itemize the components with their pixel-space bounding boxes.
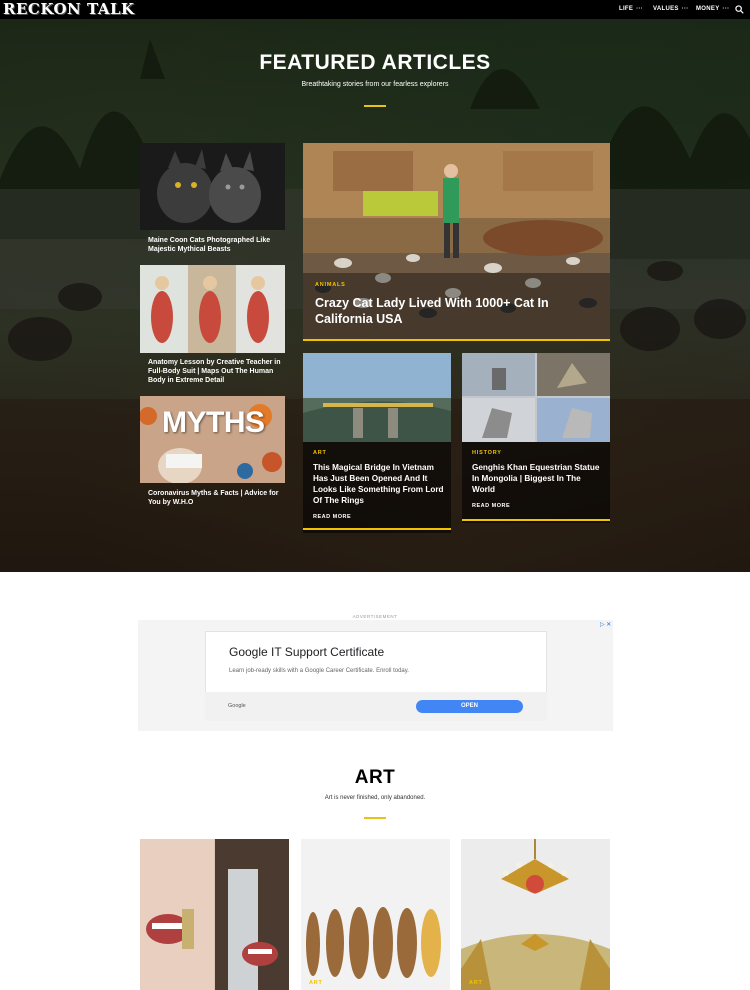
nav-item-label: LIFE [619, 6, 634, 12]
read-more-link[interactable]: READ MORE [472, 503, 510, 509]
accent-bar [462, 519, 610, 521]
top-navigation: RECKON TALK LIFE ··· VALUES ··· MONEY ··· [0, 0, 750, 19]
genghis-khan-statue-image [462, 353, 610, 442]
accent-bar [303, 528, 451, 530]
anatomy-suit-image [140, 265, 285, 353]
category-tag[interactable]: ART [313, 450, 327, 456]
accent-bar [303, 339, 610, 341]
article-title[interactable]: Genghis Khan Equestrian Statue In Mongol… [472, 462, 604, 495]
myths-overlay-text: MYTHS [162, 406, 265, 439]
more-dots-icon: ··· [636, 6, 644, 12]
article-caption[interactable]: Coronavirus Myths & Facts | Advice for Y… [148, 489, 288, 507]
chandelier-ceiling-image [461, 839, 610, 990]
article-card-anatomy[interactable] [140, 265, 285, 353]
ad-title[interactable]: Google IT Support Certificate [229, 645, 384, 659]
art-section-title: ART [354, 767, 396, 788]
golden-bridge-image [303, 353, 451, 442]
more-dots-icon: ··· [722, 6, 730, 12]
featured-hero-section: FEATURED ARTICLES Breathtaking stories f… [0, 19, 750, 572]
article-caption[interactable]: Anatomy Lesson by Creative Teacher in Fu… [148, 358, 288, 385]
art-section-subtitle: Art is never finished, only abandoned. [324, 795, 426, 801]
ad-choices-icon[interactable]: ▷ ✕ [600, 621, 611, 628]
art-card-1[interactable] [140, 839, 289, 990]
article-card-maine-coon[interactable] [140, 143, 285, 230]
maine-coon-cats-image [140, 143, 285, 230]
nav-item-life[interactable]: LIFE ··· [619, 0, 643, 19]
article-title[interactable]: Crazy Cat Lady Lived With 1000+ Cat In C… [315, 295, 595, 327]
featured-title: FEATURED ARTICLES [259, 51, 491, 74]
wood-slices-image [301, 839, 450, 990]
art-card-3[interactable]: ART [461, 839, 610, 990]
article-caption[interactable]: Maine Coon Cats Photographed Like Majest… [148, 236, 288, 254]
article-card-statue[interactable]: HISTORY Genghis Khan Equestrian Statue I… [462, 353, 610, 523]
smile-art-image [140, 839, 289, 990]
nav-item-label: VALUES [653, 6, 679, 12]
nav-item-money[interactable]: MONEY ··· [696, 0, 729, 19]
ad-open-button[interactable]: OPEN [416, 700, 523, 713]
article-card-myths[interactable]: MYTHS [140, 396, 285, 483]
category-tag[interactable]: ART [309, 980, 323, 986]
read-more-link[interactable]: READ MORE [313, 514, 351, 520]
category-tag[interactable]: ART [469, 980, 483, 986]
search-icon[interactable] [735, 5, 744, 14]
article-card-bridge[interactable]: ART This Magical Bridge In Vietnam Has J… [303, 353, 451, 533]
advertisement-label: ADVERTISEMENT [352, 614, 398, 619]
ad-brand: Google [228, 703, 246, 709]
nav-item-label: MONEY [696, 6, 720, 12]
category-tag[interactable]: ANIMALS [315, 282, 346, 288]
nav-item-values[interactable]: VALUES ··· [653, 0, 689, 19]
art-card-2[interactable]: ART [301, 839, 450, 990]
article-title[interactable]: This Magical Bridge In Vietnam Has Just … [313, 462, 445, 506]
article-card-cat-lady[interactable]: ANIMALS Crazy Cat Lady Lived With 1000+ … [303, 143, 610, 341]
more-dots-icon: ··· [681, 6, 689, 12]
category-tag[interactable]: HISTORY [472, 450, 502, 456]
site-logo[interactable]: RECKON TALK [3, 0, 135, 19]
ad-description: Learn job-ready skills with a Google Car… [229, 668, 409, 674]
title-divider [364, 105, 386, 107]
title-divider [364, 817, 386, 819]
featured-subtitle: Breathtaking stories from our fearless e… [301, 81, 449, 88]
